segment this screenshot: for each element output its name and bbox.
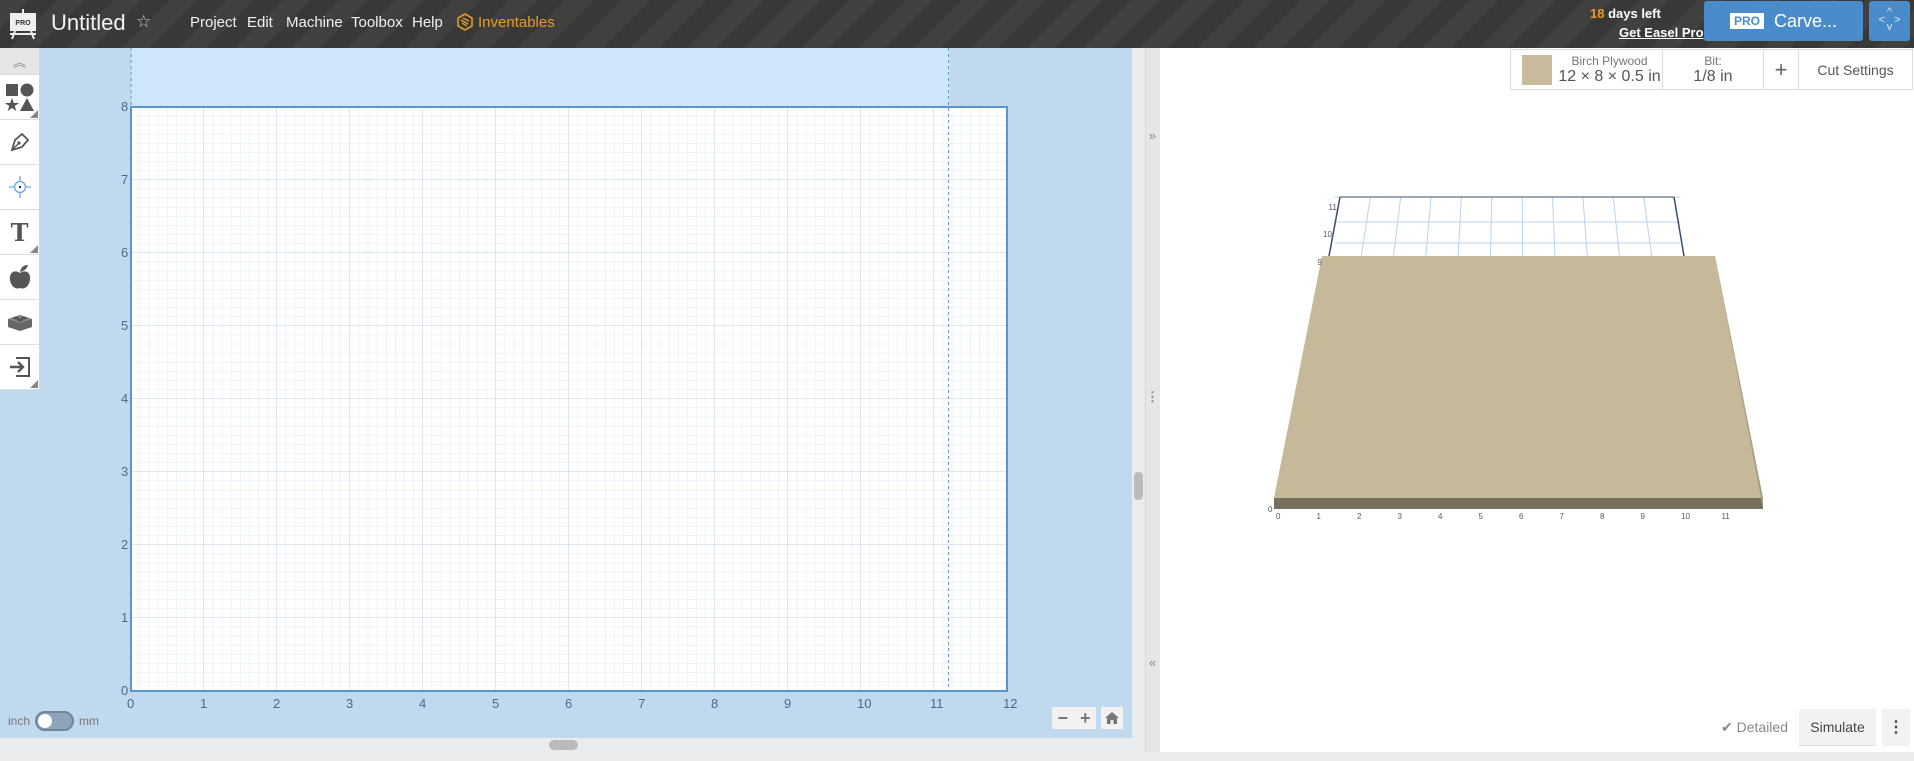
pro-badge: PRO — [1729, 13, 1764, 29]
get-easel-pro-link[interactable]: Get Easel Pro — [1619, 25, 1704, 40]
bottom-bar — [0, 752, 1914, 761]
icon-library-tool[interactable] — [0, 255, 39, 300]
simulate-button[interactable]: Simulate — [1799, 709, 1876, 746]
preview-y-tick: 0 — [1268, 505, 1273, 514]
x-axis-tick: 9 — [784, 696, 792, 711]
x-axis-tick: 7 — [638, 696, 646, 711]
expand-icon[interactable]: ^ < > v — [1869, 1, 1910, 41]
y-axis-tick: 0 — [121, 683, 129, 698]
preview-x-tick: 4 — [1438, 512, 1443, 521]
unit-inch-label: inch — [8, 714, 31, 728]
expand-right-icon[interactable]: » — [1145, 128, 1160, 143]
x-axis-tick: 1 — [200, 696, 208, 711]
text-icon: T — [10, 217, 29, 247]
preview-y-tick: 11 — [1328, 202, 1337, 212]
expand-left-icon[interactable]: « — [1145, 655, 1160, 670]
menu-toolbox[interactable]: Toolbox — [351, 14, 403, 31]
more-options-button[interactable]: ⋮ — [1882, 709, 1910, 746]
y-axis-tick: 2 — [121, 537, 129, 552]
pen-nib-icon — [10, 132, 29, 152]
vertical-scroll-thumb[interactable] — [1134, 472, 1143, 500]
y-axis-tick: 6 — [121, 245, 129, 260]
canvas-vertical-scrollbar[interactable] — [1132, 48, 1145, 738]
project-title[interactable]: Untitled — [51, 10, 126, 36]
menu-edit[interactable]: Edit — [247, 14, 273, 31]
menu-inventables[interactable]: Inventables — [478, 14, 555, 31]
apple-icon — [9, 265, 30, 289]
tool-sidebar: ︽ T — [0, 48, 40, 390]
x-axis-tick: 4 — [419, 696, 427, 711]
y-axis-tick: 7 — [121, 172, 129, 187]
material-board-edge — [1274, 498, 1763, 509]
horizontal-scroll-thumb[interactable] — [549, 740, 578, 750]
preview-y-tick: 10 — [1323, 230, 1332, 239]
carve-button[interactable]: PRO Carve... — [1704, 1, 1863, 41]
apps-tool[interactable] — [0, 300, 39, 345]
home-icon — [1105, 712, 1119, 724]
3d-preview[interactable] — [1160, 48, 1914, 752]
preview-x-tick: 11 — [1721, 512, 1730, 521]
unit-mm-label: mm — [79, 714, 100, 728]
menu-help[interactable]: Help — [412, 14, 443, 31]
home-button[interactable] — [1101, 707, 1123, 730]
point-tool[interactable] — [0, 165, 39, 210]
star-icon[interactable]: ☆ — [136, 12, 151, 32]
drag-handle-icon[interactable]: ⋮ — [1145, 389, 1160, 405]
x-axis-tick: 11 — [930, 696, 944, 711]
inventables-logo-icon — [457, 13, 473, 31]
preview-x-tick: 3 — [1397, 512, 1402, 521]
check-icon: ✔ — [1721, 719, 1733, 735]
lego-brick-icon — [7, 315, 32, 331]
preview-x-tick: 7 — [1559, 512, 1564, 521]
import-tool[interactable] — [0, 345, 39, 390]
svg-text:PRO: PRO — [15, 20, 31, 27]
shapes-tool[interactable] — [0, 75, 39, 120]
preview-x-tick: 9 — [1640, 512, 1645, 521]
zoom-in-button[interactable]: + — [1080, 708, 1091, 729]
unit-switch[interactable] — [35, 711, 75, 731]
preview-x-tick: 2 — [1357, 512, 1362, 521]
unit-toggle[interactable]: inch mm — [8, 711, 99, 731]
preview-x-tick: 10 — [1681, 512, 1690, 521]
preview-x-tick: 1 — [1316, 512, 1321, 521]
zoom-out-button[interactable]: − — [1057, 708, 1068, 729]
menu-machine[interactable]: Machine — [286, 14, 343, 31]
y-axis-tick: 1 — [121, 610, 129, 625]
preview-y-tick: 9 — [1317, 257, 1322, 267]
x-axis-tick: 5 — [492, 696, 500, 711]
menu-project[interactable]: Project — [190, 14, 237, 31]
pen-tool[interactable] — [0, 120, 39, 165]
detailed-toggle[interactable]: ✔ Detailed — [1721, 719, 1788, 736]
preview-x-tick: 0 — [1276, 512, 1281, 521]
easel-logo-icon[interactable]: PRO — [8, 8, 38, 40]
x-axis-tick: 0 — [127, 696, 135, 711]
x-axis-tick: 8 — [711, 696, 719, 711]
x-axis-tick: 10 — [857, 696, 872, 711]
crosshair-icon — [8, 176, 31, 198]
text-tool[interactable]: T — [0, 210, 39, 255]
y-axis-tick: 5 — [121, 318, 129, 333]
detailed-label: Detailed — [1736, 719, 1788, 735]
import-icon — [9, 357, 30, 377]
trial-days-left: 18 days left — [1590, 6, 1661, 21]
x-axis-tick: 3 — [346, 696, 354, 711]
preview-x-tick: 5 — [1478, 512, 1483, 521]
y-axis-tick: 3 — [121, 464, 129, 479]
preview-x-tick: 6 — [1519, 512, 1524, 521]
y-axis-tick: 8 — [121, 99, 129, 114]
x-axis-tick: 2 — [273, 696, 281, 711]
material-board-top — [1274, 256, 1763, 498]
preview-x-tick: 8 — [1600, 512, 1605, 521]
x-axis-tick: 6 — [565, 696, 573, 711]
x-axis-tick: 12 — [1003, 696, 1018, 711]
shapes-icon — [4, 83, 34, 111]
collapse-toolbar-icon[interactable]: ︽ — [0, 48, 39, 75]
y-axis-tick: 4 — [121, 391, 129, 406]
zoom-controls: − + — [1052, 707, 1096, 730]
design-canvas[interactable] — [0, 48, 1132, 738]
carve-label: Carve... — [1773, 10, 1838, 31]
